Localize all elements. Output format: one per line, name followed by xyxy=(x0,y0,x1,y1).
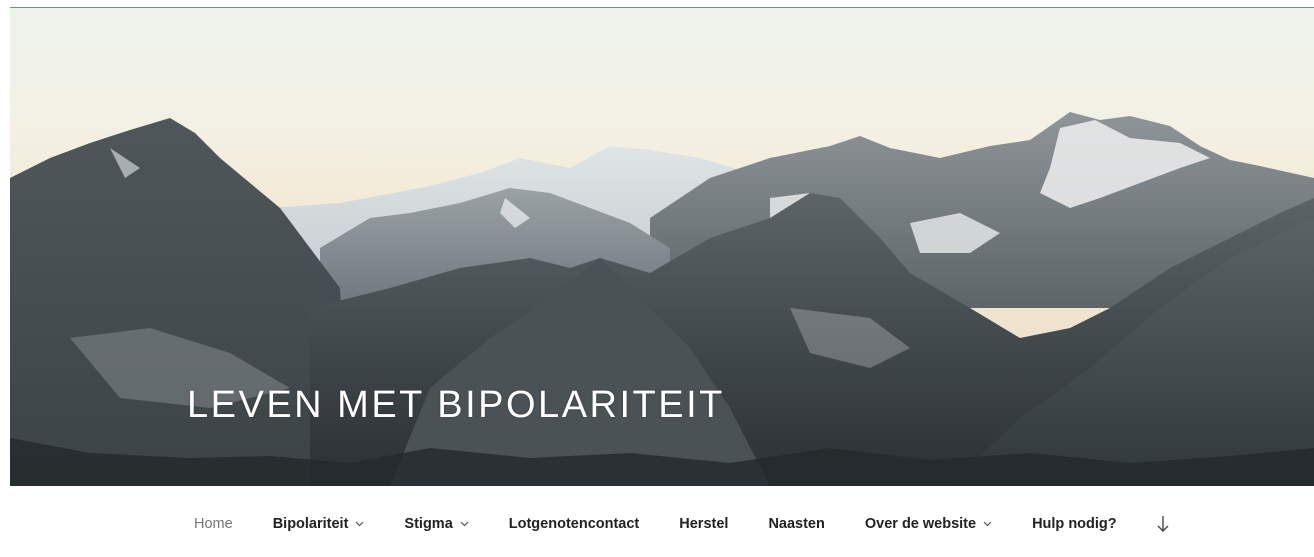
arrow-down-icon xyxy=(1157,516,1169,532)
nav-item-label: Lotgenotencontact xyxy=(508,516,640,532)
nav-item-label: Bipolariteit xyxy=(272,516,349,532)
nav-item-hulp-nodig[interactable]: Hulp nodig? xyxy=(1032,516,1117,532)
main-navigation: Home Bipolariteit Stigma Lotgenotenconta… xyxy=(0,486,1314,557)
chevron-down-icon xyxy=(460,521,469,527)
nav-item-lotgenotencontact[interactable]: Lotgenotencontact xyxy=(509,516,640,532)
nav-item-stigma[interactable]: Stigma xyxy=(404,516,469,532)
nav-menu: Home Bipolariteit Stigma Lotgenotenconta… xyxy=(194,515,1169,533)
nav-item-naasten[interactable]: Naasten xyxy=(768,516,824,532)
chevron-down-icon xyxy=(355,521,364,527)
nav-item-label: Naasten xyxy=(768,516,825,532)
nav-item-label: Stigma xyxy=(404,516,453,532)
scroll-down-button[interactable] xyxy=(1157,515,1169,533)
site-title[interactable]: LEVEN MET BIPOLARITEIT xyxy=(187,384,725,427)
nav-item-label: Herstel xyxy=(679,516,729,532)
nav-item-home[interactable]: Home xyxy=(194,516,233,532)
nav-item-bipolariteit[interactable]: Bipolariteit xyxy=(273,516,365,532)
nav-item-label: Over de website xyxy=(864,516,977,532)
nav-item-herstel[interactable]: Herstel xyxy=(679,516,728,532)
nav-item-label: Home xyxy=(194,516,233,532)
chevron-down-icon xyxy=(983,521,992,527)
nav-item-label: Hulp nodig? xyxy=(1032,516,1117,532)
nav-item-over-de-website[interactable]: Over de website xyxy=(865,516,992,532)
